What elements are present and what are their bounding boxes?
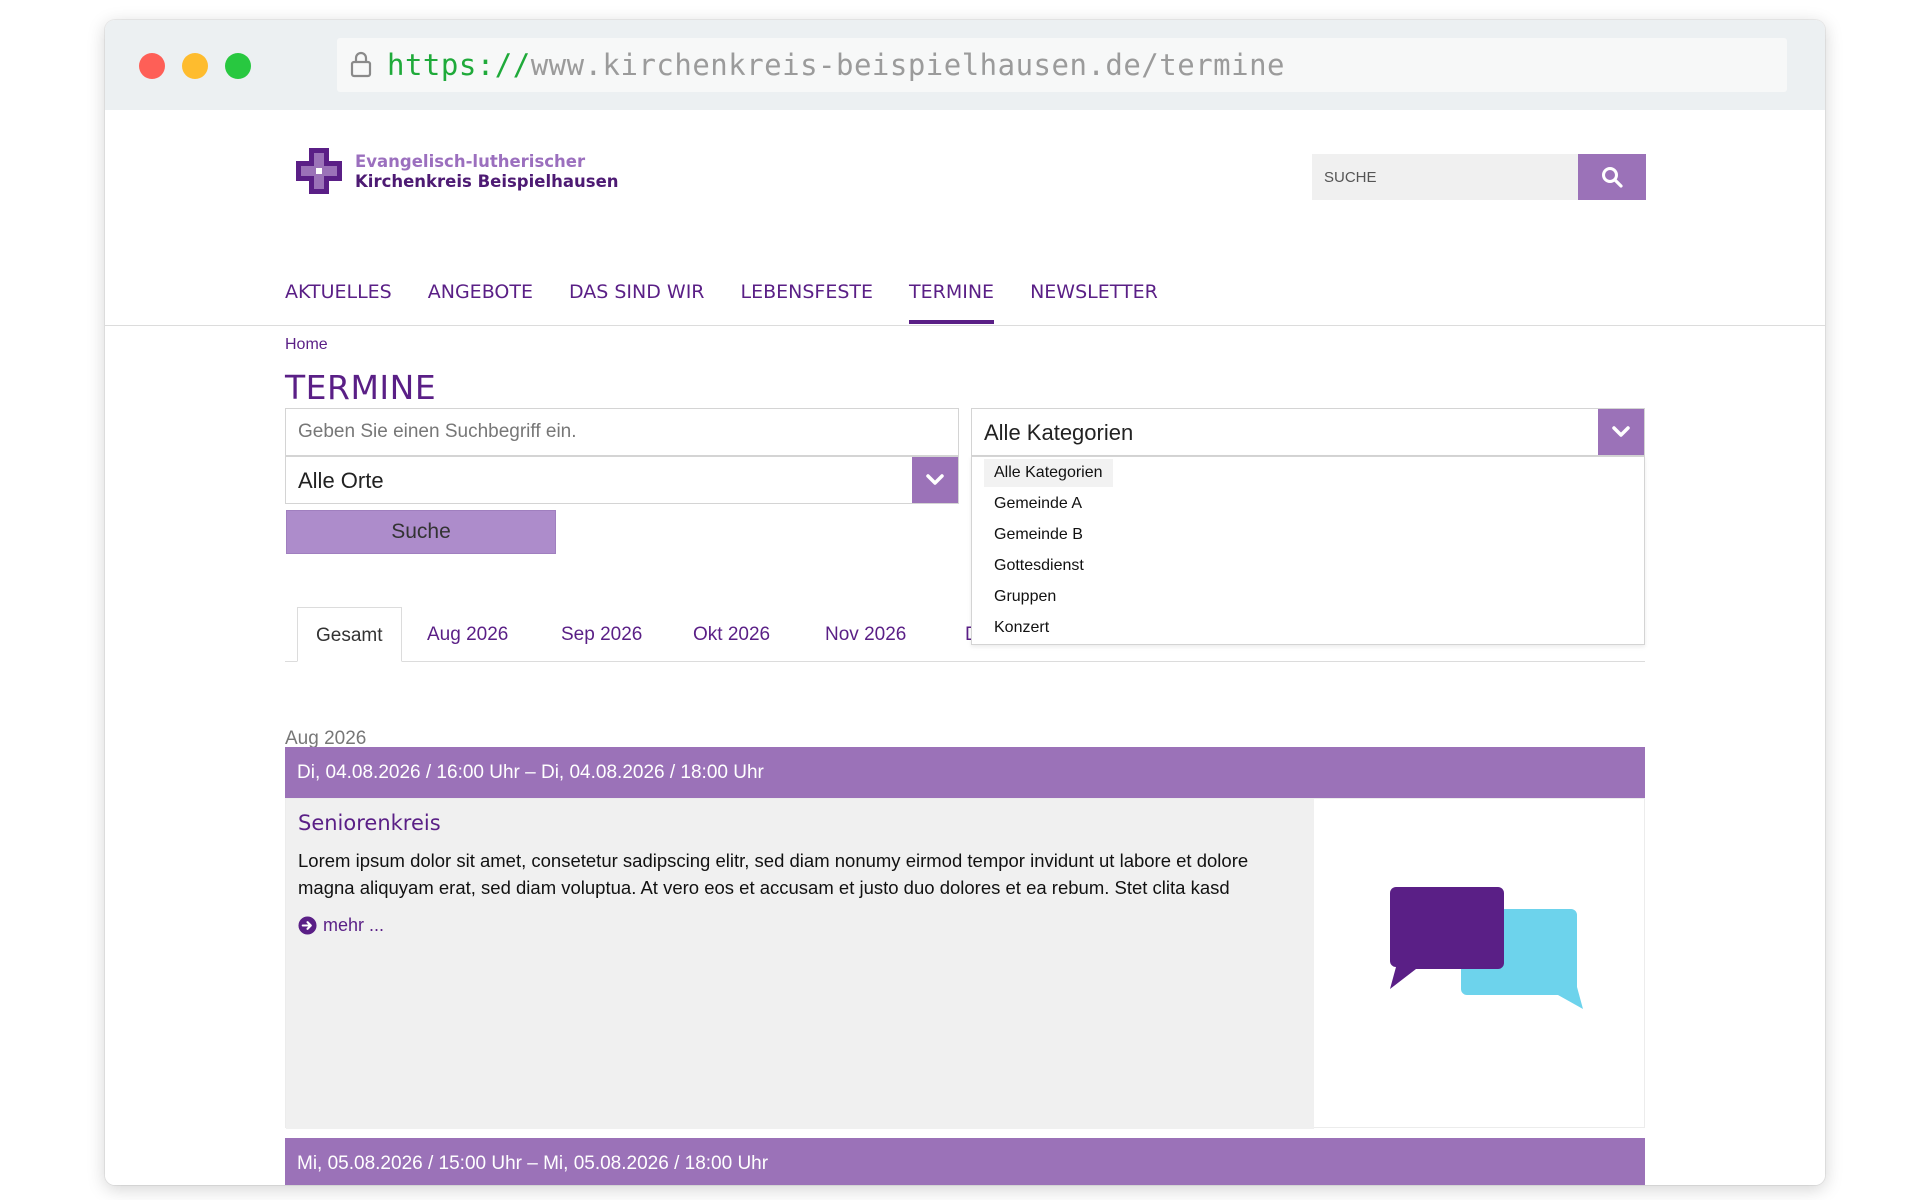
dropdown-option[interactable]: Gruppen	[984, 583, 1066, 611]
kategorien-dropdown-list: Alle Kategorien Gemeinde A Gemeinde B Go…	[971, 456, 1645, 645]
url-text: https://www.kirchenkreis-beispielhausen.…	[387, 48, 1285, 82]
minimize-window-button[interactable]	[182, 53, 208, 79]
main-nav: AKTUELLES ANGEBOTE DAS SIND WIR LEBENSFE…	[285, 280, 1194, 326]
logo-text-line1: Evangelisch-lutherischer	[355, 152, 586, 171]
tab-sep-2026[interactable]: Sep 2026	[561, 607, 642, 662]
event-search-input[interactable]	[285, 408, 959, 456]
event-date-bar: Di, 04.08.2026 / 16:00 Uhr – Di, 04.08.2…	[285, 747, 1645, 798]
site-search	[1312, 154, 1646, 200]
nav-item-aktuelles[interactable]: AKTUELLES	[285, 280, 392, 326]
dropdown-option[interactable]: Gottesdienst	[984, 552, 1094, 580]
dropdown-option[interactable]: Alle Kategorien	[984, 459, 1113, 487]
page-title: TERMINE	[285, 368, 437, 407]
tab-okt-2026[interactable]: Okt 2026	[693, 607, 770, 662]
site-logo[interactable]: Evangelisch-lutherischer Kirchenkreis Be…	[295, 147, 635, 197]
kategorien-select-value: Alle Kategorien	[984, 420, 1134, 445]
tab-aug-2026[interactable]: Aug 2026	[427, 607, 508, 662]
more-link-label: mehr ...	[323, 915, 385, 935]
event-description: Lorem ipsum dolor sit amet, consetetur s…	[298, 850, 1249, 898]
event-title[interactable]: Seniorenkreis	[298, 811, 1302, 835]
browser-window: https://www.kirchenkreis-beispielhausen.…	[105, 20, 1825, 1185]
nav-divider	[105, 325, 1825, 326]
url-scheme: https://	[387, 48, 531, 82]
dropdown-option[interactable]: Gemeinde B	[984, 521, 1093, 549]
tab-gesamt[interactable]: Gesamt	[297, 607, 402, 662]
site-search-button[interactable]	[1578, 154, 1646, 200]
address-bar[interactable]: https://www.kirchenkreis-beispielhausen.…	[337, 38, 1787, 92]
cross-logo-icon	[296, 148, 342, 194]
browser-titlebar: https://www.kirchenkreis-beispielhausen.…	[105, 20, 1825, 110]
maximize-window-button[interactable]	[225, 53, 251, 79]
chevron-down-icon	[1612, 426, 1630, 437]
event-content: Seniorenkreis Lorem ipsum dolor sit amet…	[286, 799, 1314, 1129]
tab-nov-2026[interactable]: Nov 2026	[825, 607, 906, 662]
close-window-button[interactable]	[139, 53, 165, 79]
site-search-input[interactable]	[1312, 154, 1578, 200]
event-card: Seniorenkreis Lorem ipsum dolor sit amet…	[285, 798, 1645, 1129]
more-link[interactable]: mehr ...	[298, 915, 1302, 936]
nav-item-termine[interactable]: TERMINE	[909, 280, 995, 326]
breadcrumb-home[interactable]: Home	[285, 336, 328, 354]
kategorien-select[interactable]: Alle Kategorien	[971, 408, 1645, 456]
orte-select-value: Alle Orte	[298, 468, 384, 493]
orte-select[interactable]: Alle Orte	[285, 456, 959, 504]
logo-text-line2: Kirchenkreis Beispielhausen	[355, 172, 619, 191]
nav-item-lebensfeste[interactable]: LEBENSFESTE	[741, 280, 874, 326]
filter-search-button[interactable]: Suche	[286, 510, 556, 554]
event-date-bar: Mi, 05.08.2026 / 15:00 Uhr – Mi, 05.08.2…	[285, 1138, 1645, 1185]
chevron-down-icon	[926, 474, 944, 485]
nav-item-das-sind-wir[interactable]: DAS SIND WIR	[569, 280, 705, 326]
orte-select-toggle[interactable]	[912, 457, 958, 503]
url-path: www.kirchenkreis-beispielhausen.de/termi…	[530, 48, 1285, 82]
nav-item-newsletter[interactable]: NEWSLETTER	[1030, 280, 1158, 326]
dropdown-option[interactable]: Konzert	[984, 614, 1059, 642]
chat-bubbles-icon	[1390, 887, 1583, 1009]
search-icon	[1602, 167, 1623, 188]
page: Evangelisch-lutherischer Kirchenkreis Be…	[105, 110, 1825, 1185]
arrow-circle-right-icon	[298, 916, 317, 935]
nav-item-angebote[interactable]: ANGEBOTE	[428, 280, 533, 326]
dropdown-option[interactable]: Gemeinde A	[984, 490, 1092, 518]
lock-icon	[350, 51, 372, 78]
kategorien-select-toggle[interactable]	[1598, 409, 1644, 455]
